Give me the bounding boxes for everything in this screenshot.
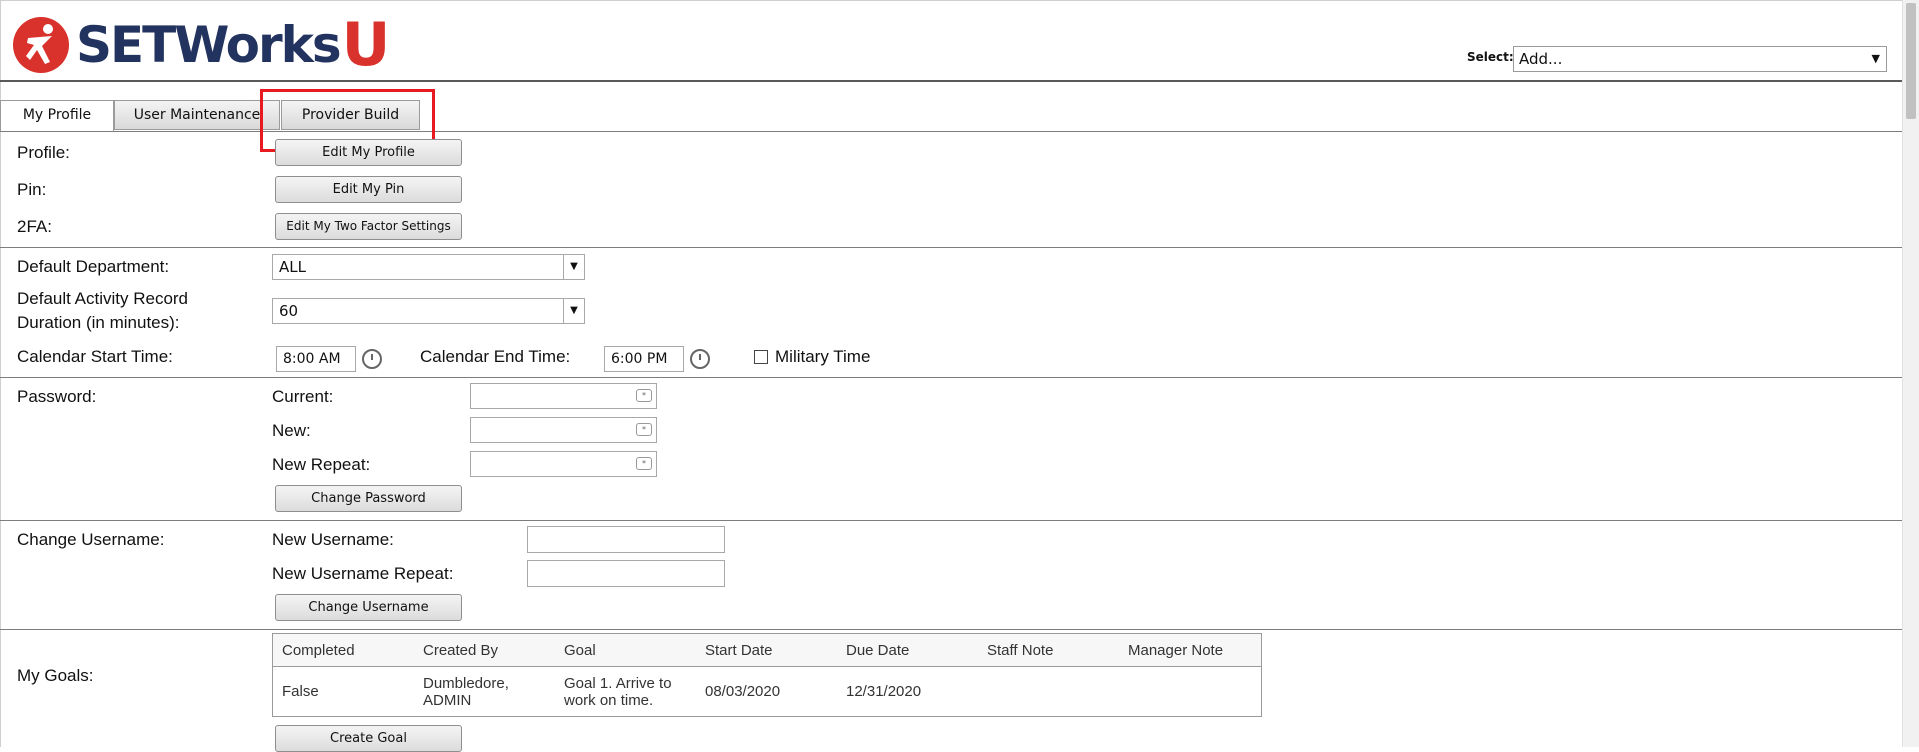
duration-label-line1: Default Activity Record: [17, 289, 189, 308]
column-header[interactable]: Manager Note: [1119, 633, 1262, 667]
column-header[interactable]: Start Date: [696, 633, 837, 667]
calendar-start-input[interactable]: 8:00 AM: [276, 346, 356, 372]
chevron-down-icon: ▼: [1871, 52, 1880, 65]
military-time-checkbox[interactable]: [754, 350, 768, 364]
add-select-value: Add...: [1519, 50, 1563, 68]
table-row[interactable]: False Dumbledore, ADMIN Goal 1. Arrive t…: [273, 667, 1262, 717]
current-password-input[interactable]: *: [470, 383, 657, 409]
default-duration-value: 60: [279, 302, 299, 320]
new-repeat-password-label: New Repeat:: [272, 455, 371, 474]
new-password-input[interactable]: *: [470, 417, 657, 443]
column-header[interactable]: Staff Note: [978, 633, 1119, 667]
section-divider: [0, 247, 1902, 248]
logo-wordmark: SETWorks: [76, 16, 342, 74]
alarm-clock-icon[interactable]: [362, 349, 382, 369]
scrollbar-thumb[interactable]: [1906, 3, 1916, 119]
my-goals-label: My Goals:: [17, 666, 94, 685]
twofa-label: 2FA:: [17, 217, 52, 236]
select-label: Select:: [1467, 50, 1514, 64]
new-username-repeat-input[interactable]: [527, 560, 725, 587]
add-select[interactable]: Add... ▼: [1513, 46, 1887, 72]
password-reveal-icon[interactable]: *: [636, 423, 652, 436]
goal-due-date: 12/31/2020: [846, 683, 922, 700]
vertical-scrollbar[interactable]: [1902, 0, 1919, 747]
section-divider: [0, 629, 1902, 630]
runner-icon: [13, 17, 69, 73]
new-repeat-password-input[interactable]: *: [470, 451, 657, 477]
column-header[interactable]: Due Date: [837, 633, 978, 667]
profile-label: Profile:: [17, 143, 70, 162]
edit-my-profile-button[interactable]: Edit My Profile: [275, 139, 462, 166]
edit-my-pin-button[interactable]: Edit My Pin: [275, 176, 462, 203]
goal-text: Goal 1. Arrive to work on time.: [564, 674, 672, 709]
tab-user-maintenance[interactable]: User Maintenance: [114, 100, 280, 130]
alarm-clock-icon[interactable]: [690, 349, 710, 369]
military-time-label: Military Time: [775, 347, 871, 366]
tab-my-profile[interactable]: My Profile: [0, 100, 114, 132]
column-header[interactable]: Completed: [272, 633, 414, 667]
section-divider: [0, 377, 1902, 378]
password-reveal-icon[interactable]: *: [636, 389, 652, 402]
change-username-button[interactable]: Change Username: [275, 594, 462, 621]
goals-table: Completed Created By Goal Start Date Due…: [272, 633, 1262, 717]
duration-label-line2: Duration (in minutes):: [17, 313, 180, 332]
goal-manager-note: [1119, 667, 1262, 717]
calendar-end-input[interactable]: 6:00 PM: [604, 346, 684, 372]
password-reveal-icon[interactable]: *: [636, 457, 652, 470]
column-header[interactable]: Goal: [555, 633, 696, 667]
goal-created-by: Dumbledore, ADMIN: [423, 674, 509, 709]
calendar-start-label: Calendar Start Time:: [17, 347, 173, 366]
new-username-input[interactable]: [527, 526, 725, 553]
goal-staff-note: [978, 667, 1119, 717]
goal-completed: False: [282, 683, 319, 700]
new-username-label: New Username:: [272, 530, 394, 549]
edit-two-factor-button[interactable]: Edit My Two Factor Settings: [275, 213, 462, 240]
create-goal-button[interactable]: Create Goal: [275, 725, 462, 752]
goal-start-date: 08/03/2020: [705, 683, 781, 700]
chevron-down-icon: ▼: [563, 299, 584, 323]
setworks-logo: SETWorks U: [12, 14, 390, 76]
calendar-end-label: Calendar End Time:: [420, 347, 571, 366]
column-header[interactable]: Created By: [414, 633, 555, 667]
current-password-label: Current:: [272, 387, 334, 406]
change-password-button[interactable]: Change Password: [275, 485, 462, 512]
change-username-label: Change Username:: [17, 530, 165, 549]
default-department-label: Default Department:: [17, 257, 170, 276]
table-header-row: Completed Created By Goal Start Date Due…: [272, 633, 1262, 667]
password-label: Password:: [17, 387, 97, 406]
default-department-value: ALL: [279, 258, 306, 276]
default-department-select[interactable]: ALL ▼: [272, 254, 585, 280]
pin-label: Pin:: [17, 180, 47, 199]
new-password-label: New:: [272, 421, 311, 440]
logo-u-mark: U: [341, 10, 391, 80]
section-divider: [0, 520, 1902, 521]
chevron-down-icon: ▼: [563, 255, 584, 279]
header-divider: [0, 80, 1902, 82]
new-username-repeat-label: New Username Repeat:: [272, 564, 454, 583]
default-duration-select[interactable]: 60 ▼: [272, 298, 585, 324]
